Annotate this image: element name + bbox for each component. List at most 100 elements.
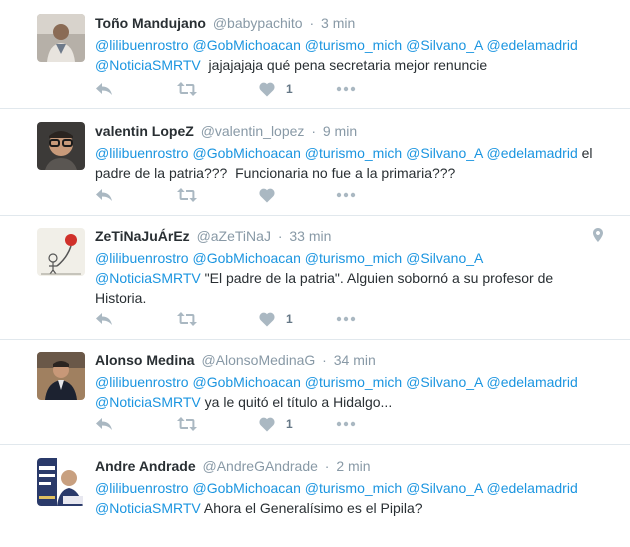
- heart-icon: [259, 312, 275, 327]
- avatar[interactable]: [37, 14, 85, 62]
- mention-link[interactable]: @lilibuenrostro: [95, 250, 189, 266]
- mention-link[interactable]: @edelamadrid: [486, 37, 577, 53]
- mention-link[interactable]: @GobMichoacan: [192, 480, 300, 496]
- username[interactable]: @aZeTiNaJ: [197, 228, 271, 244]
- retweet-button[interactable]: [177, 310, 197, 328]
- mention-link[interactable]: @edelamadrid: [486, 145, 577, 161]
- username[interactable]: @AlonsoMedinaG: [201, 352, 315, 368]
- username[interactable]: @valentin_lopez: [201, 123, 305, 139]
- mention-link[interactable]: @Silvano_A: [406, 480, 482, 496]
- display-name[interactable]: Andre Andrade: [95, 458, 196, 474]
- display-name[interactable]: Toño Mandujano: [95, 15, 206, 31]
- mention-link[interactable]: @GobMichoacan: [192, 374, 300, 390]
- tweet-header: valentin LopeZ @valentin_lopez · 9 min: [95, 123, 358, 139]
- retweet-icon: [177, 312, 197, 326]
- tweet-text: @lilibuenrostro @GobMichoacan @turismo_m…: [95, 372, 610, 412]
- mention-link[interactable]: @NoticiaSMRTV: [95, 57, 201, 73]
- mention-link[interactable]: @lilibuenrostro: [95, 145, 189, 161]
- timestamp[interactable]: 3 min: [321, 15, 355, 31]
- retweet-icon: [177, 82, 197, 96]
- timeline: Toño Mandujano @babypachito · 3 min @lil…: [0, 0, 630, 547]
- more-icon: [336, 316, 356, 322]
- heart-button[interactable]: 1: [259, 80, 293, 98]
- reply-icon: [95, 188, 113, 202]
- mention-link[interactable]: @turismo_mich: [305, 480, 402, 496]
- retweet-icon: [177, 417, 197, 431]
- timestamp[interactable]: 2 min: [336, 458, 370, 474]
- tweet-header: Andre Andrade @AndreGAndrade · 2 min: [95, 458, 371, 474]
- tweet-text: @lilibuenrostro @GobMichoacan @turismo_m…: [95, 143, 610, 183]
- tweet-text-fragment: jajajajaja qué pena secretaria mejor ren…: [200, 57, 488, 73]
- tweet-header: Alonso Medina @AlonsoMedinaG · 34 min: [95, 352, 376, 368]
- tweet[interactable]: ZeTiNaJuÁrEz @aZeTiNaJ · 33 min @lilibue…: [0, 216, 630, 340]
- display-name[interactable]: Alonso Medina: [95, 352, 195, 368]
- tweet-text-line: @NoticiaSMRTV ya le quitó el título a Hi…: [95, 392, 610, 412]
- retweet-button[interactable]: [177, 80, 197, 98]
- tweet-header: Toño Mandujano @babypachito · 3 min: [95, 15, 356, 31]
- mention-link[interactable]: @turismo_mich: [305, 145, 402, 161]
- more-button[interactable]: [336, 80, 356, 98]
- mention-link[interactable]: @lilibuenrostro: [95, 374, 189, 390]
- tweet-actions: 1: [95, 80, 395, 98]
- more-button[interactable]: [336, 186, 356, 204]
- more-button[interactable]: [336, 415, 356, 433]
- mention-link[interactable]: @turismo_mich: [305, 374, 402, 390]
- mention-link[interactable]: @Silvano_A: [406, 145, 482, 161]
- tweet-text-fragment: "El padre de la patria". Alguien sobornó…: [200, 270, 554, 286]
- mention-link[interactable]: @lilibuenrostro: [95, 480, 189, 496]
- tweet-actions: [95, 186, 395, 204]
- mention-link[interactable]: @Silvano_A: [406, 37, 482, 53]
- mention-link[interactable]: @GobMichoacan: [192, 250, 300, 266]
- tweet-actions: 1: [95, 415, 395, 433]
- display-name[interactable]: valentin LopeZ: [95, 123, 194, 139]
- avatar[interactable]: [37, 122, 85, 170]
- mention-link[interactable]: @NoticiaSMRTV: [95, 270, 201, 286]
- retweet-button[interactable]: [177, 186, 197, 204]
- tweet-text-line: @NoticiaSMRTV jajajajaja qué pena secret…: [95, 55, 610, 75]
- reply-button[interactable]: [95, 186, 113, 204]
- reply-button[interactable]: [95, 415, 113, 433]
- tweet-text-line: @lilibuenrostro @GobMichoacan @turismo_m…: [95, 35, 610, 55]
- username[interactable]: @babypachito: [213, 15, 303, 31]
- username[interactable]: @AndreGAndrade: [203, 458, 318, 474]
- heart-icon: [259, 417, 275, 432]
- mention-link[interactable]: @turismo_mich: [305, 250, 402, 266]
- heart-button[interactable]: 1: [259, 310, 293, 328]
- heart-button[interactable]: [259, 186, 275, 204]
- mention-link[interactable]: @turismo_mich: [305, 37, 402, 53]
- tweet-text: @lilibuenrostro @GobMichoacan @turismo_m…: [95, 35, 610, 75]
- tweet[interactable]: valentin LopeZ @valentin_lopez · 9 min @…: [0, 109, 630, 216]
- mention-link[interactable]: @Silvano_A: [406, 250, 483, 266]
- tweet[interactable]: Alonso Medina @AlonsoMedinaG · 34 min @l…: [0, 340, 630, 445]
- more-icon: [336, 192, 356, 198]
- tweet-text-line: @NoticiaSMRTV Ahora el Generalísimo es e…: [95, 498, 610, 518]
- display-name[interactable]: ZeTiNaJuÁrEz: [95, 228, 190, 244]
- mention-link[interactable]: @NoticiaSMRTV: [95, 500, 201, 516]
- mention-link[interactable]: @Silvano_A: [406, 374, 482, 390]
- tweet[interactable]: Toño Mandujano @babypachito · 3 min @lil…: [0, 0, 630, 109]
- timestamp[interactable]: 9 min: [323, 123, 357, 139]
- like-count: 1: [286, 417, 293, 431]
- reply-button[interactable]: [95, 310, 113, 328]
- timestamp[interactable]: 33 min: [289, 228, 331, 244]
- mention-link[interactable]: @NoticiaSMRTV: [95, 394, 201, 410]
- like-count: 1: [286, 82, 293, 96]
- mention-link[interactable]: @lilibuenrostro: [95, 37, 189, 53]
- tweet-text-fragment: el: [577, 145, 593, 161]
- mention-link[interactable]: @GobMichoacan: [192, 145, 300, 161]
- more-button[interactable]: [336, 310, 356, 328]
- retweet-button[interactable]: [177, 415, 197, 433]
- mention-link[interactable]: @GobMichoacan: [192, 37, 300, 53]
- mention-link[interactable]: @edelamadrid: [486, 480, 577, 496]
- reply-button[interactable]: [95, 80, 113, 98]
- avatar[interactable]: [37, 458, 85, 506]
- tweet[interactable]: Andre Andrade @AndreGAndrade · 2 min @li…: [0, 445, 630, 547]
- timestamp[interactable]: 34 min: [334, 352, 376, 368]
- mention-link[interactable]: @edelamadrid: [486, 374, 577, 390]
- tweet-text: @lilibuenrostro @GobMichoacan @turismo_m…: [95, 478, 610, 518]
- reply-icon: [95, 82, 113, 96]
- heart-button[interactable]: 1: [259, 415, 293, 433]
- avatar[interactable]: [37, 352, 85, 400]
- tweet-text-line: @lilibuenrostro @GobMichoacan @turismo_m…: [95, 248, 610, 268]
- avatar[interactable]: [37, 228, 85, 276]
